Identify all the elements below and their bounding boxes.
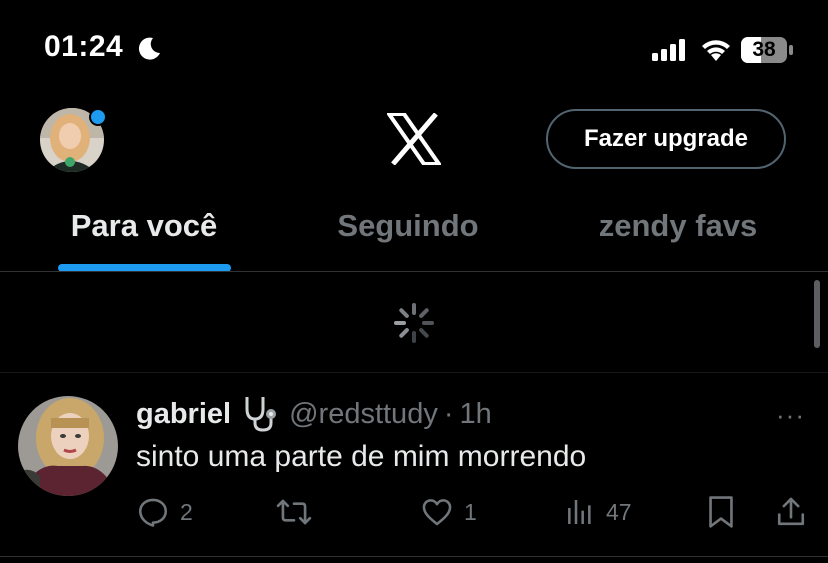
share-button[interactable] — [775, 494, 807, 530]
like-count: 1 — [464, 498, 477, 525]
reply-icon — [138, 498, 168, 527]
tweet-separator: · — [443, 397, 454, 430]
bookmark-button[interactable] — [706, 494, 736, 530]
tab-seguindo[interactable]: Seguindo — [308, 208, 508, 248]
wifi-icon — [702, 40, 730, 61]
notification-dot — [89, 108, 107, 126]
reply-button[interactable]: 2 — [136, 494, 193, 530]
scrollbar[interactable] — [814, 280, 820, 348]
tweet-author-handle[interactable]: @redsttudy — [289, 398, 438, 431]
loading-spinner-icon — [394, 303, 434, 343]
tweet-author-name[interactable]: gabriel — [136, 398, 231, 431]
stethoscope-emoji-icon — [245, 397, 277, 432]
feed-divider — [0, 372, 828, 373]
tweet-author-avatar[interactable] — [18, 396, 118, 496]
retweet-button[interactable] — [276, 494, 322, 530]
share-icon — [777, 497, 805, 526]
tab-para-voce[interactable]: Para você — [40, 208, 248, 248]
reply-count: 2 — [180, 498, 193, 525]
more-options-icon[interactable]: ··· — [776, 400, 805, 431]
upgrade-button[interactable]: Fazer upgrade — [546, 109, 786, 169]
views-button[interactable]: 47 — [564, 494, 632, 530]
heart-icon — [422, 499, 452, 526]
tweet-header: gabriel @redsttudy · 1h — [136, 394, 492, 434]
status-time: 01:24 — [44, 30, 124, 63]
tweet-text: sinto uma parte de mim morrendo — [136, 440, 587, 473]
moon-icon — [138, 37, 160, 60]
views-count: 47 — [606, 498, 632, 525]
views-icon — [568, 500, 591, 524]
tab-zendy-favs[interactable]: zendy favs — [578, 208, 778, 248]
like-button[interactable]: 1 — [420, 494, 477, 530]
bookmark-icon — [709, 496, 733, 528]
tweet-divider — [0, 556, 828, 557]
retweet-icon — [276, 499, 312, 525]
signal-icon — [652, 39, 685, 61]
tweet-timestamp[interactable]: 1h — [460, 398, 492, 431]
x-logo[interactable] — [387, 113, 441, 165]
battery-level: 38 — [752, 38, 776, 61]
battery-icon: 38 — [740, 36, 794, 64]
